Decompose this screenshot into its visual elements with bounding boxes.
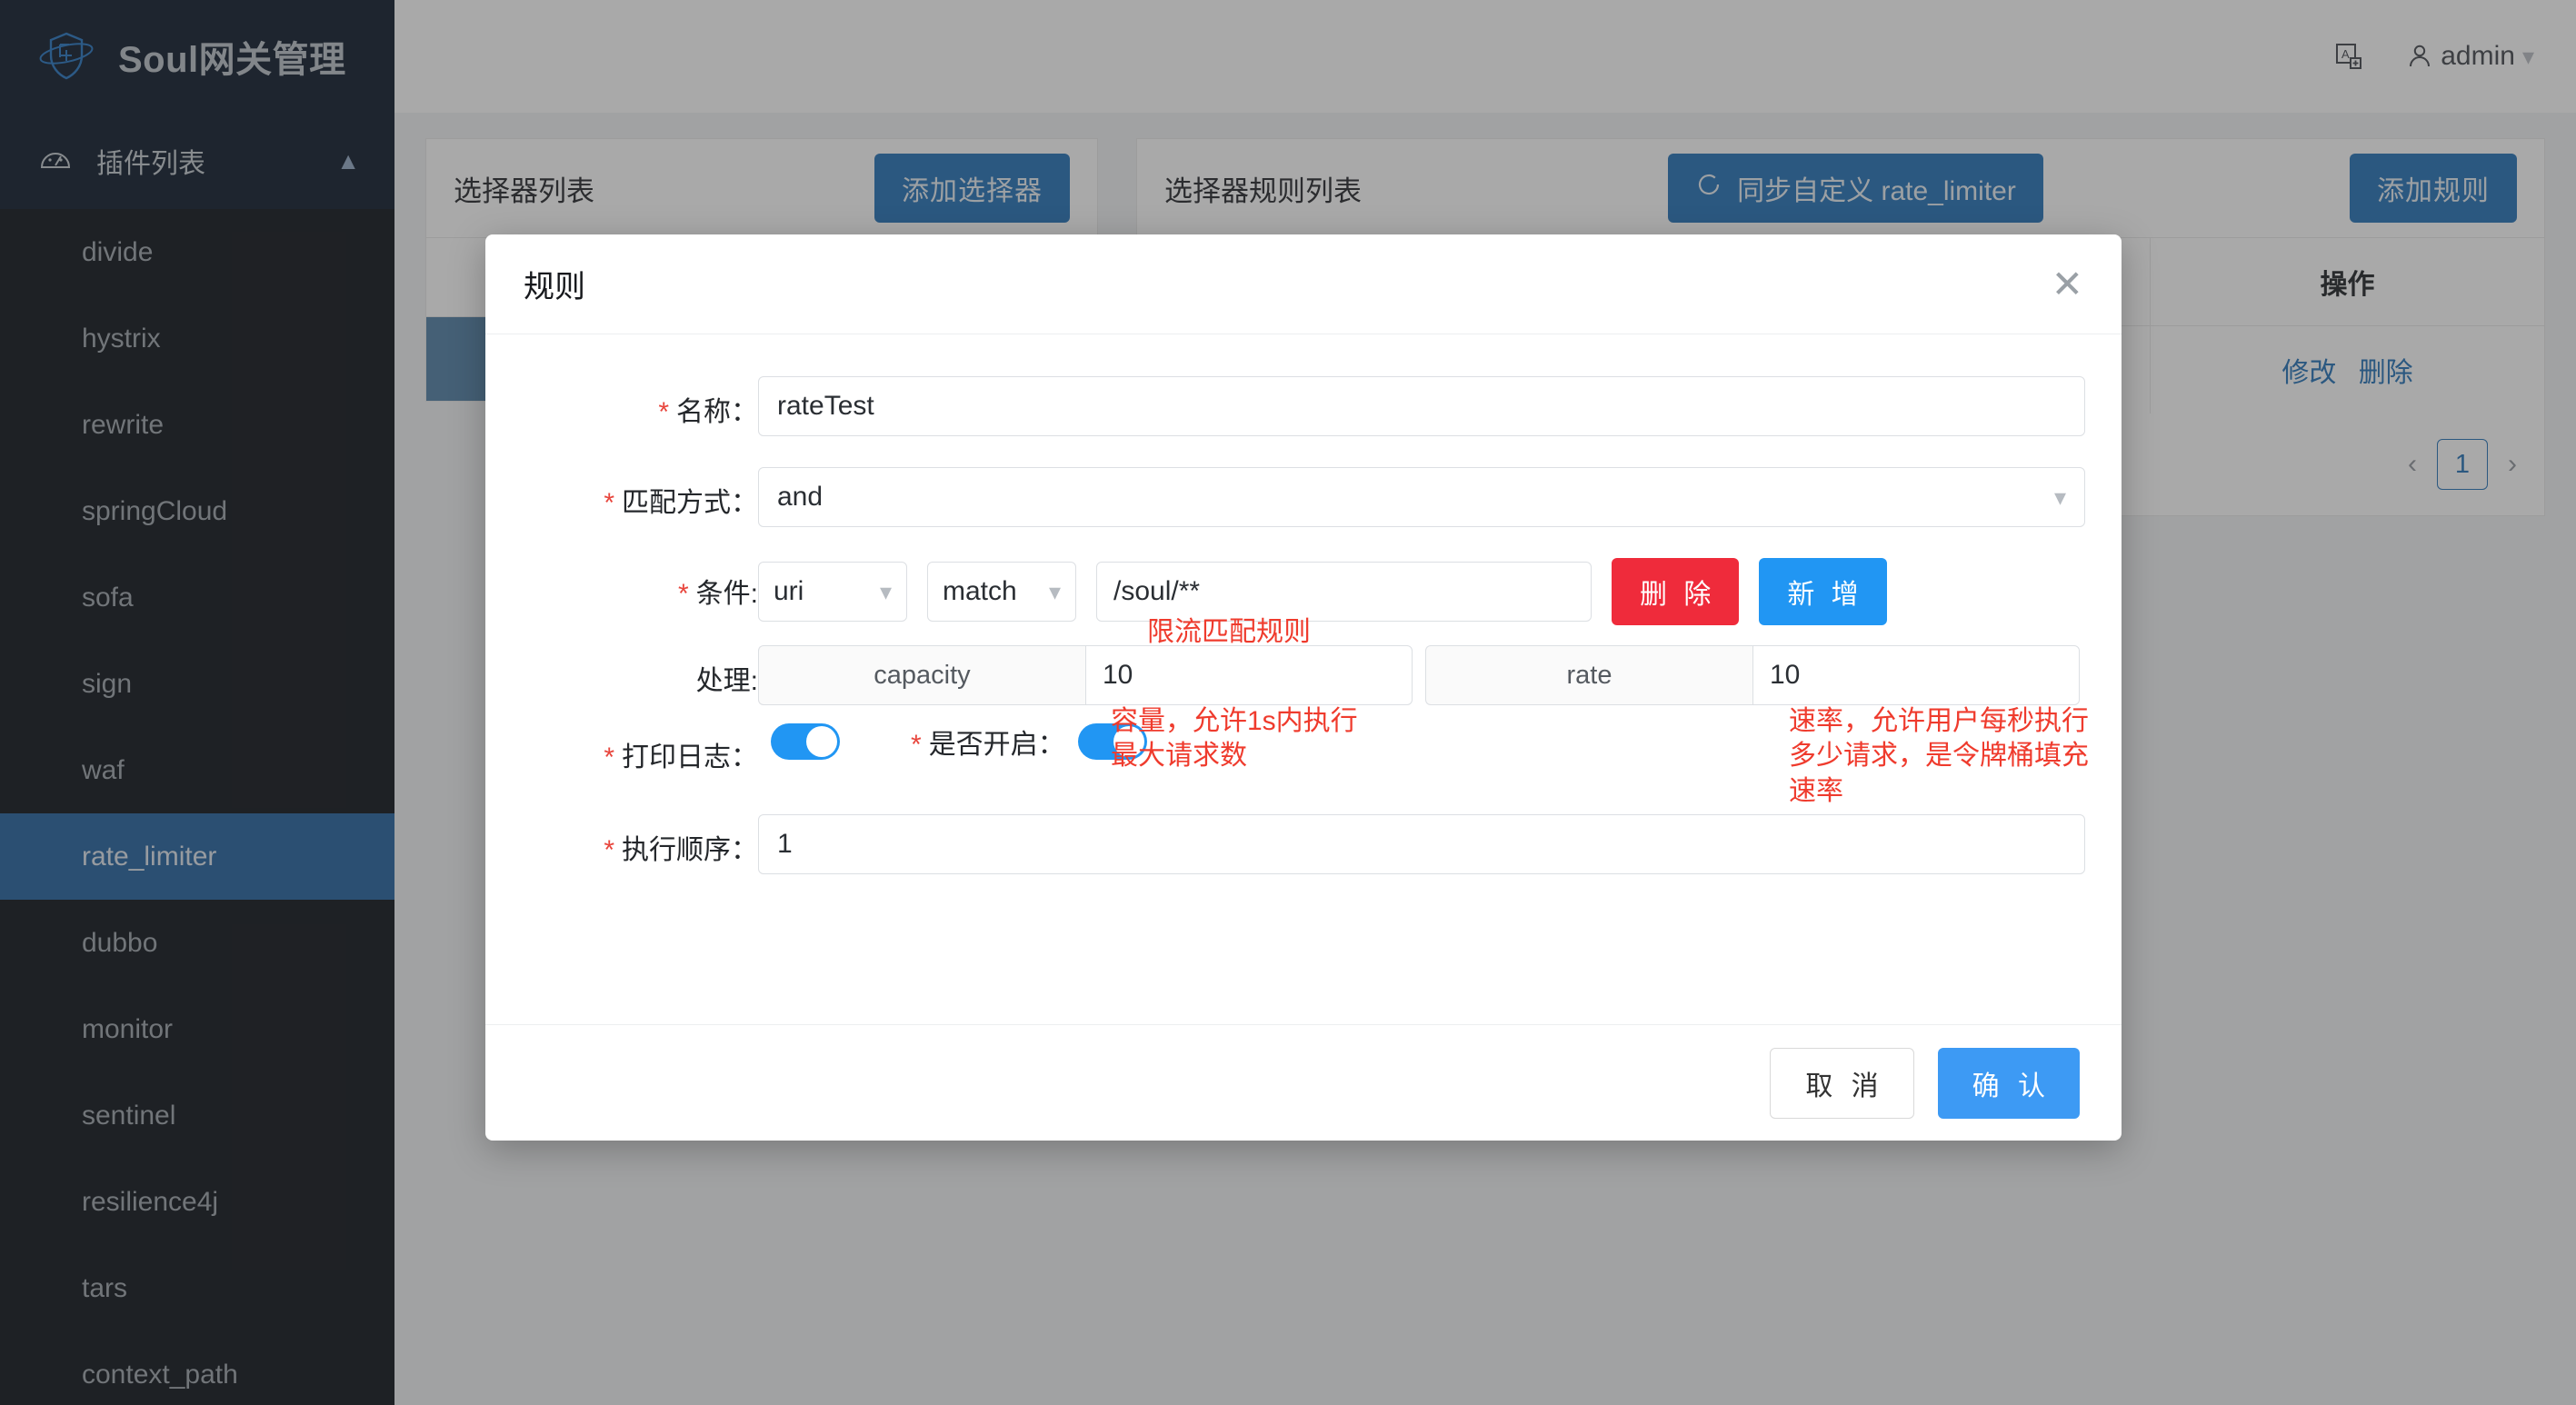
rule-dialog-footer: 取 消 确 认 <box>485 1024 2122 1141</box>
condition-label: *条件: <box>522 558 758 611</box>
match-mode-select[interactable]: and ▾ <box>758 467 2085 527</box>
required-mark: * <box>604 835 614 865</box>
handle-label: 处理: <box>522 645 758 698</box>
field-row-switches: *打印日志： *是否开启： <box>522 722 2085 774</box>
enabled-toggle[interactable] <box>1078 723 1147 760</box>
condition-param-type-value: uri <box>774 576 804 607</box>
sort-input[interactable] <box>758 814 2085 874</box>
sort-label-text: 执行顺序： <box>622 835 758 865</box>
condition-value-input[interactable]: /soul/** <box>1096 562 1592 622</box>
delete-condition-button[interactable]: 删 除 <box>1612 558 1739 625</box>
condition-label-text: 条件: <box>696 579 758 609</box>
add-condition-button[interactable]: 新 增 <box>1759 558 1886 625</box>
required-mark: * <box>911 730 922 760</box>
capacity-value-input[interactable] <box>1085 645 1413 705</box>
name-label: *名称： <box>522 376 758 429</box>
enabled-label-text: 是否开启： <box>929 730 1065 760</box>
rule-dialog-title: 规则 <box>524 262 585 306</box>
condition-operator-select[interactable]: match ▾ <box>927 562 1076 622</box>
required-mark: * <box>658 397 669 427</box>
rate-name-label: rate <box>1425 645 1752 705</box>
required-mark: * <box>604 488 614 518</box>
name-label-text: 名称： <box>676 397 758 427</box>
log-label-text: 打印日志： <box>622 742 758 772</box>
chevron-down-icon: ▾ <box>880 580 892 603</box>
rate-group: rate <box>1425 645 2080 705</box>
rule-dialog-body: *名称： *匹配方式： and ▾ <box>485 334 2122 1024</box>
required-mark: * <box>678 579 689 609</box>
close-icon[interactable]: ✕ <box>2052 265 2083 304</box>
condition-param-type-select[interactable]: uri ▾ <box>758 562 907 622</box>
field-row-sort: * 执行顺序： <box>522 814 2085 874</box>
capacity-name-label: capacity <box>758 645 1085 705</box>
confirm-button[interactable]: 确 认 <box>1938 1048 2080 1119</box>
required-mark: * <box>604 742 614 772</box>
log-toggle[interactable] <box>771 723 840 760</box>
rule-dialog: 规则 ✕ *名称： *匹配方式： and <box>485 234 2122 1141</box>
field-row-handle: 处理: capacity rate <box>522 645 2085 705</box>
match-mode-label: * 匹配方式： <box>522 467 758 520</box>
sort-label: * 执行顺序： <box>522 814 758 867</box>
field-row-condition: *条件: uri ▾ match ▾ /soul/** 删 除 新 增 <box>522 558 2085 625</box>
rate-value-input[interactable] <box>1752 645 2080 705</box>
cancel-button[interactable]: 取 消 <box>1770 1048 1913 1119</box>
log-label: * 打印日志： <box>522 722 758 774</box>
match-mode-label-text: 匹配方式： <box>622 488 758 518</box>
handle-label-text: 处理: <box>696 666 758 696</box>
match-mode-value: and <box>777 482 823 513</box>
chevron-down-icon: ▾ <box>1049 580 1061 603</box>
toggle-knob <box>1113 726 1144 757</box>
rule-name-input[interactable] <box>758 376 2085 436</box>
field-row-name: *名称： <box>522 376 2085 436</box>
rule-dialog-header: 规则 ✕ <box>485 234 2122 334</box>
capacity-group: capacity <box>758 645 1413 705</box>
condition-operator-value: match <box>943 576 1017 607</box>
field-row-match-mode: * 匹配方式： and ▾ <box>522 467 2085 527</box>
toggle-knob <box>806 726 837 757</box>
condition-value-text: /soul/** <box>1113 576 1200 607</box>
chevron-down-icon: ▾ <box>2054 485 2066 509</box>
enabled-label: *是否开启： <box>911 722 1065 762</box>
